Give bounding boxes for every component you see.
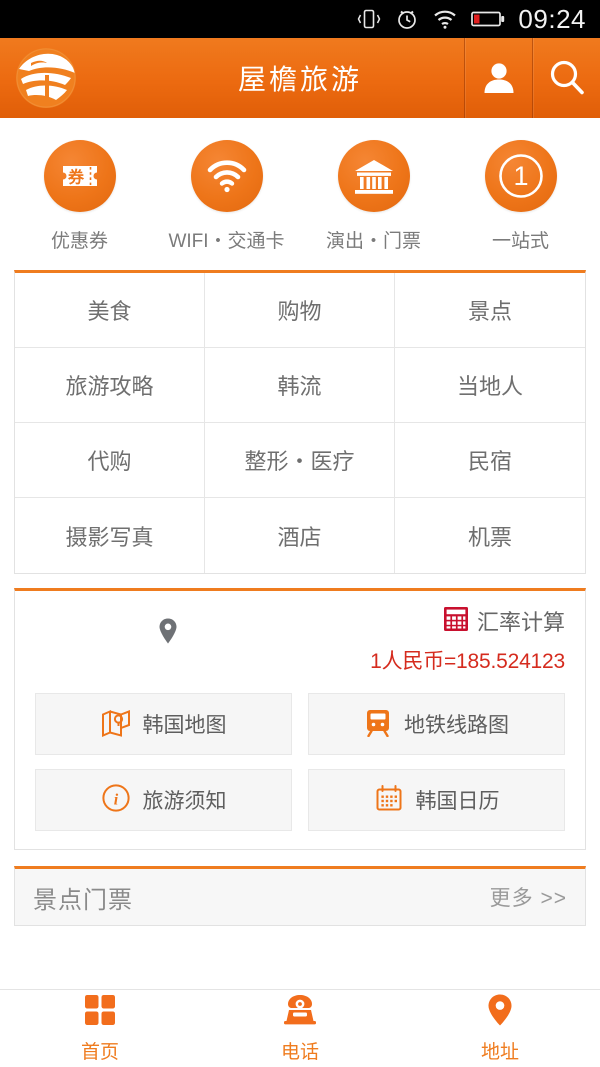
category-cell[interactable]: 酒店 [205,498,395,573]
status-bar: 09:24 [0,0,600,38]
tool-button-label: 韩国地图 [142,714,227,737]
nav-item-label: 电话 [280,1042,319,1063]
category-cell[interactable]: 当地人 [395,348,585,423]
category-cell[interactable]: 旅游攻略 [15,348,205,423]
wifi-icon [432,8,458,30]
tools-card: 汇率计算 1人民币=185.524123 韩国地图 地铁线路图 i 旅游须知 韩… [14,588,586,850]
rate-title: 汇率计算 [476,610,565,635]
vibrate-icon [356,8,382,30]
tickets-section-title: 景点门票 [33,886,133,914]
header-actions [464,38,600,118]
tickets-section-card: 景点门票 更多 >> [14,866,586,926]
search-icon[interactable] [532,38,600,118]
tool-button-korea-calendar[interactable]: 韩国日历 [308,769,565,831]
tool-button-korea-map[interactable]: 韩国地图 [35,693,292,755]
tickets-more-link[interactable]: 更多 >> [490,882,567,912]
svg-text:1: 1 [513,161,528,191]
category-cell[interactable]: 韩流 [205,348,395,423]
svg-text:券: 券 [66,168,84,187]
tool-button-subway-map[interactable]: 地铁线路图 [308,693,565,755]
quick-action-onestop[interactable]: 1 一站式 [447,140,594,253]
quick-action-label: 演出・门票 [325,231,421,252]
category-cell[interactable]: 景点 [395,273,585,348]
rate-title-row: 汇率计算 [443,605,565,637]
tool-button-label: 韩国日历 [415,790,500,813]
nav-item-label: 地址 [480,1042,519,1063]
quick-action-wifi[interactable]: WIFI・交通卡 [153,140,300,253]
tool-button-label: 地铁线路图 [404,714,509,737]
folded-map-icon [101,707,131,742]
quick-action-row: 券 优惠券 WIFI・交通卡 演出・门票 1 一站式 [0,118,600,270]
subway-train-icon [364,707,392,742]
wifi-icon [190,140,263,212]
coupon-ticket-icon: 券 [43,140,116,212]
app-header: 屋檐旅游 [0,38,600,118]
info-circle-icon: i [101,783,131,818]
tool-button-label: 旅游须知 [142,790,227,813]
tool-button-grid: 韩国地图 地铁线路图 i 旅游须知 韩国日历 [35,693,565,831]
tickets-section-header: 景点门票 更多 >> [15,869,585,925]
app-root: 09:24 屋檐旅游 券 优惠券 WIFI・交通卡 演出・门票 1 一站式 美食… [0,0,600,1067]
nav-item-address[interactable]: 地址 [400,993,600,1064]
nav-item-home[interactable]: 首页 [0,993,200,1064]
calculator-icon [443,606,469,637]
rate-row: 汇率计算 1人民币=185.524123 [35,605,565,675]
category-grid: 美食 购物 景点 旅游攻略 韩流 当地人 代购 整形・医疗 民宿 摄影写真 酒店… [15,273,585,573]
quick-action-label: WIFI・交通卡 [168,231,285,252]
rate-info[interactable]: 汇率计算 1人民币=185.524123 [300,605,565,675]
user-icon[interactable] [464,38,532,118]
battery-low-icon [471,9,505,29]
quick-action-label: 一站式 [491,231,549,252]
calendar-icon [374,783,404,818]
telephone-icon [282,993,318,1032]
grid-home-icon [83,993,117,1032]
category-grid-card: 美食 购物 景点 旅游攻略 韩流 当地人 代购 整形・医疗 民宿 摄影写真 酒店… [14,270,586,574]
nav-item-phone[interactable]: 电话 [200,993,400,1064]
category-cell[interactable]: 美食 [15,273,205,348]
category-cell[interactable]: 代购 [15,423,205,498]
alarm-icon [395,7,419,31]
map-pin-icon [486,993,514,1032]
bottom-nav: 首页 电话 地址 [0,989,600,1067]
quick-action-shows[interactable]: 演出・门票 [300,140,447,253]
nav-item-label: 首页 [80,1042,119,1063]
category-cell[interactable]: 民宿 [395,423,585,498]
quick-action-label: 优惠券 [50,231,108,252]
category-cell[interactable]: 整形・医疗 [205,423,395,498]
quick-action-coupon[interactable]: 券 优惠券 [6,140,153,253]
temple-building-icon [337,140,410,212]
rate-value: 1人民币=185.524123 [370,650,565,673]
map-pin-icon [158,617,178,650]
rate-location[interactable] [35,605,300,650]
eaves-logo-icon[interactable] [10,42,82,114]
number-one-circle-icon: 1 [484,140,557,212]
category-cell[interactable]: 机票 [395,498,585,573]
status-clock: 09:24 [518,3,586,34]
svg-text:i: i [113,791,118,808]
category-cell[interactable]: 摄影写真 [15,498,205,573]
category-cell[interactable]: 购物 [205,273,395,348]
tool-button-travel-notice[interactable]: i 旅游须知 [35,769,292,831]
